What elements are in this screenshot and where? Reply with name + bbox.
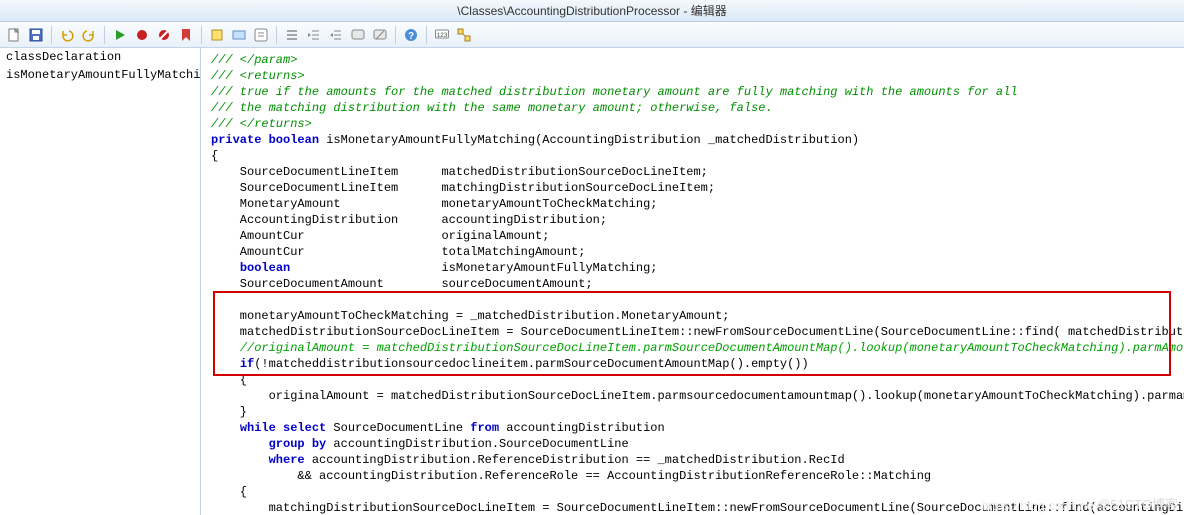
code-line[interactable]: MonetaryAmount monetaryAmountToCheckMatc…: [211, 196, 1174, 212]
code-line[interactable]: group by accountingDistribution.SourceDo…: [211, 436, 1174, 452]
script-button[interactable]: [251, 25, 271, 45]
code-line[interactable]: }: [211, 404, 1174, 420]
separator: [201, 26, 202, 44]
save-button[interactable]: [26, 25, 46, 45]
code-line[interactable]: SourceDocumentAmount sourceDocumentAmoun…: [211, 276, 1174, 292]
lookup-button[interactable]: [229, 25, 249, 45]
code-line[interactable]: monetaryAmountToCheckMatching = _matched…: [211, 308, 1174, 324]
separator: [395, 26, 396, 44]
code-editor[interactable]: /// </param>/// <returns>/// true if the…: [201, 48, 1184, 515]
uncomment-button[interactable]: [370, 25, 390, 45]
svg-text:123: 123: [437, 32, 448, 39]
code-line[interactable]: //originalAmount = matchedDistributionSo…: [211, 340, 1174, 356]
separator: [104, 26, 105, 44]
sidebar-item-classdeclaration[interactable]: classDeclaration: [0, 48, 200, 66]
indent-out-button[interactable]: [304, 25, 324, 45]
redo-button[interactable]: [79, 25, 99, 45]
svg-text:?: ?: [408, 31, 414, 42]
code-line[interactable]: SourceDocumentLineItem matchedDistributi…: [211, 164, 1174, 180]
code-line[interactable]: AmountCur originalAmount;: [211, 228, 1174, 244]
code-line[interactable]: /// <returns>: [211, 68, 1174, 84]
zoom-button[interactable]: [454, 25, 474, 45]
bookmark-button[interactable]: [176, 25, 196, 45]
method-list: classDeclaration isMonetaryAmountFullyMa…: [0, 48, 201, 515]
code-line[interactable]: {: [211, 484, 1174, 500]
title-bar: \Classes\AccountingDistributionProcessor…: [0, 0, 1184, 22]
code-line[interactable]: /// </returns>: [211, 116, 1174, 132]
breakpoint-button[interactable]: [132, 25, 152, 45]
code-line[interactable]: /// </param>: [211, 52, 1174, 68]
code-line[interactable]: {: [211, 372, 1174, 388]
code-line[interactable]: && accountingDistribution.ReferenceRole …: [211, 468, 1174, 484]
separator: [426, 26, 427, 44]
run-button[interactable]: [110, 25, 130, 45]
code-line[interactable]: matchedDistributionSourceDocLineItem = S…: [211, 324, 1174, 340]
separator: [51, 26, 52, 44]
code-line[interactable]: {: [211, 148, 1174, 164]
window-title: \Classes\AccountingDistributionProcessor…: [457, 4, 726, 18]
toggle-breakpoint-button[interactable]: [154, 25, 174, 45]
content-area: classDeclaration isMonetaryAmountFullyMa…: [0, 48, 1184, 515]
new-button[interactable]: [4, 25, 24, 45]
code-line[interactable]: [211, 292, 1174, 308]
code-line[interactable]: /// true if the amounts for the matched …: [211, 84, 1174, 100]
sidebar-item-ismonetaryamountfullymatching[interactable]: isMonetaryAmountFullyMatching: [0, 66, 200, 84]
code-line[interactable]: matchingDistributionSourceDocLineItem = …: [211, 500, 1174, 515]
toggle-numbers-button[interactable]: 123: [432, 25, 452, 45]
code-line[interactable]: SourceDocumentLineItem matchingDistribut…: [211, 180, 1174, 196]
code-line[interactable]: boolean isMonetaryAmountFullyMatching;: [211, 260, 1174, 276]
indent-in-button[interactable]: [326, 25, 346, 45]
toolbar: ? 123: [0, 22, 1184, 48]
code-line[interactable]: originalAmount = matchedDistributionSour…: [211, 388, 1174, 404]
comment-button[interactable]: [348, 25, 368, 45]
separator: [276, 26, 277, 44]
list-button[interactable]: [282, 25, 302, 45]
code-line[interactable]: /// the matching distribution with the s…: [211, 100, 1174, 116]
compile-button[interactable]: [207, 25, 227, 45]
code-line[interactable]: where accountingDistribution.ReferenceDi…: [211, 452, 1174, 468]
code-line[interactable]: while select SourceDocumentLine from acc…: [211, 420, 1174, 436]
code-line[interactable]: AccountingDistribution accountingDistrib…: [211, 212, 1174, 228]
code-line[interactable]: AmountCur totalMatchingAmount;: [211, 244, 1174, 260]
help-button[interactable]: ?: [401, 25, 421, 45]
undo-button[interactable]: [57, 25, 77, 45]
code-line[interactable]: private boolean isMonetaryAmountFullyMat…: [211, 132, 1174, 148]
code-line[interactable]: if(!matcheddistributionsourcedoclineitem…: [211, 356, 1174, 372]
